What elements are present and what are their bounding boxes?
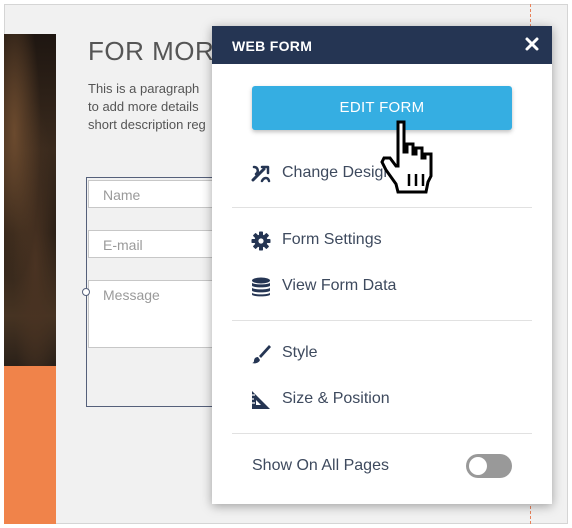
toggle-knob (469, 457, 487, 475)
name-field[interactable]: Name (88, 180, 218, 208)
menu-item-style[interactable]: Style (250, 341, 520, 367)
resize-handle[interactable] (82, 288, 90, 296)
menu-item-label: View Form Data (282, 277, 397, 294)
menu-item-label: Size & Position (282, 390, 390, 407)
menu-divider (232, 320, 532, 321)
page-heading: FOR MORE (88, 36, 233, 66)
ruler-triangle-icon (250, 389, 272, 411)
close-icon[interactable] (524, 36, 540, 52)
gear-icon (250, 230, 272, 252)
popup-title: WEB FORM (232, 38, 313, 54)
hand-pointer-icon (376, 118, 442, 198)
database-icon (250, 276, 272, 298)
menu-item-label: Form Settings (282, 231, 382, 248)
paragraph-line: This is a paragraph (88, 81, 200, 96)
menu-item-view-form-data[interactable]: View Form Data (250, 274, 520, 300)
paragraph-line: short description reg (88, 117, 206, 132)
menu-item-form-settings[interactable]: Form Settings (250, 228, 520, 254)
email-field[interactable]: E-mail (88, 230, 218, 258)
orange-color-block (4, 366, 56, 524)
menu-item-size-position[interactable]: Size & Position (250, 387, 520, 413)
show-on-all-pages-toggle[interactable] (466, 454, 512, 478)
page-paragraph: This is a paragraph to add more details … (88, 80, 218, 134)
message-field[interactable]: Message (88, 280, 218, 348)
menu-divider (232, 433, 532, 434)
popup-header: WEB FORM (212, 26, 552, 64)
background-photo (4, 34, 56, 366)
design-swap-icon (250, 163, 272, 185)
menu-item-label: Style (282, 344, 318, 361)
web-form-popup: WEB FORM EDIT FORM Change Design Form Se… (212, 26, 552, 504)
editor-stage: FOR MORE This is a paragraph to add more… (0, 0, 572, 528)
paragraph-line: to add more details (88, 99, 199, 114)
show-on-all-pages-label: Show On All Pages (252, 457, 389, 474)
menu-divider (232, 207, 532, 208)
brush-icon (250, 343, 272, 365)
